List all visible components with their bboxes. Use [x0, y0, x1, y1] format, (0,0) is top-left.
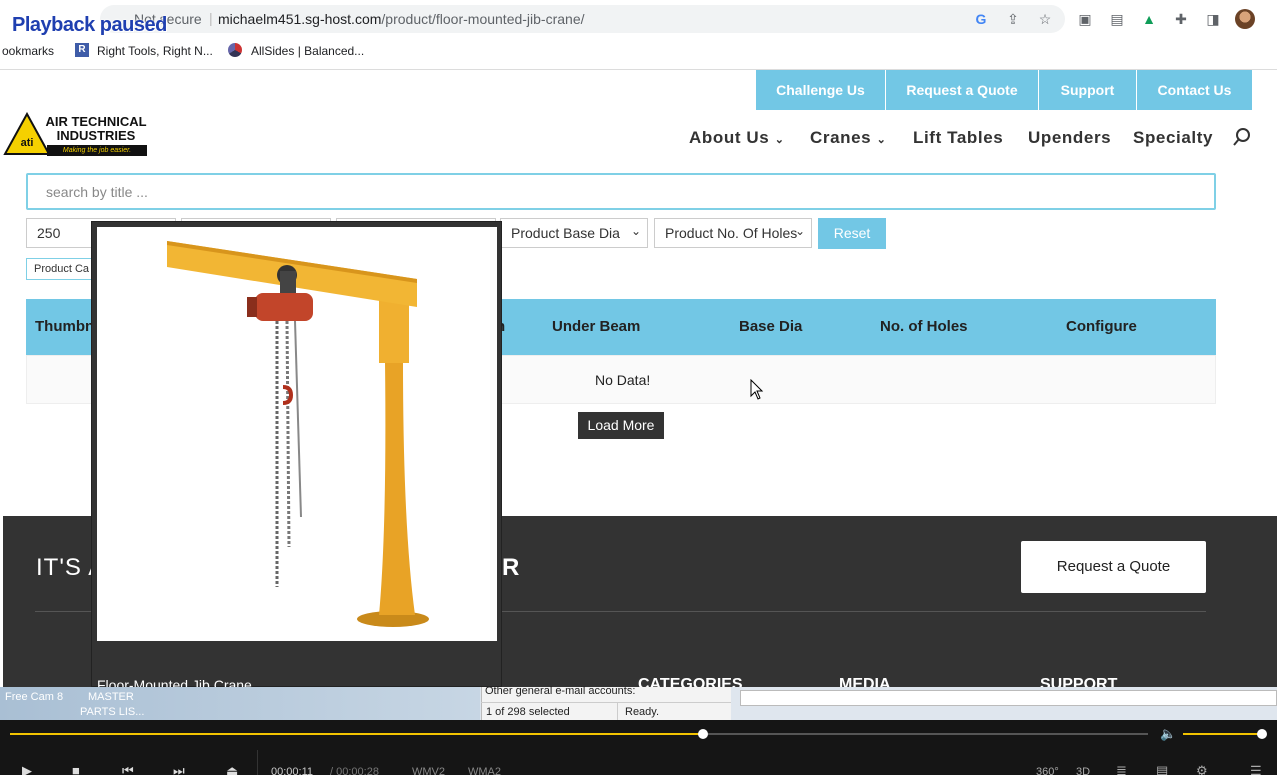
bookmark-favicon: [228, 43, 242, 57]
url-divider: |: [209, 10, 213, 26]
chevron-down-icon: ⌄: [794, 224, 805, 238]
audio-codec: WMA2: [468, 766, 501, 775]
puzzle-icon[interactable]: ✚: [1172, 10, 1190, 28]
nav-about-us[interactable]: About Us ⌄: [689, 128, 785, 148]
google-icon[interactable]: G: [972, 10, 990, 28]
video-codec: WMV2: [412, 766, 445, 775]
drive-icon[interactable]: ▲: [1140, 10, 1158, 28]
next-icon[interactable]: ⏭: [173, 763, 185, 775]
bookmark-allsides[interactable]: AllSides | Balanced...: [251, 44, 364, 58]
logo-triangle-icon: ati: [3, 112, 51, 155]
support-button[interactable]: Support: [1039, 70, 1136, 110]
col-no-of-holes: No. of Holes: [880, 318, 968, 335]
contact-us-button[interactable]: Contact Us: [1137, 70, 1252, 110]
logo-line1: AIR TECHNICAL: [45, 114, 147, 129]
holes-filter[interactable]: Product No. Of Holes ⌄: [654, 218, 812, 248]
nav-specialty[interactable]: Specialty: [1133, 128, 1213, 148]
footer-media: MEDIA: [839, 676, 891, 687]
subtitles-icon[interactable]: ▤: [1156, 763, 1168, 775]
mail-accounts-label: Other general e-mail accounts:: [485, 685, 636, 697]
seek-bar-progress: [10, 733, 703, 735]
gear-icon[interactable]: ⚙: [1196, 763, 1208, 775]
playback-paused-overlay: Playback paused: [12, 14, 167, 36]
star-icon[interactable]: ☆: [1036, 10, 1054, 28]
menu-icon[interactable]: ☰: [1250, 763, 1262, 775]
chevron-down-icon: ⌄: [876, 134, 887, 146]
footer-request-quote-button[interactable]: Request a Quote: [1021, 541, 1206, 593]
volume-knob[interactable]: [1257, 729, 1267, 739]
taskbar-item-master[interactable]: MASTER: [88, 691, 134, 703]
profile-avatar[interactable]: [1235, 9, 1255, 29]
no-data-message: No Data!: [595, 372, 651, 388]
site-logo[interactable]: ati AIR TECHNICAL INDUSTRIES Making the …: [3, 112, 148, 158]
eject-icon[interactable]: ⏏: [226, 763, 238, 775]
total-time: / 00:00:28: [330, 766, 379, 775]
search-input[interactable]: search by title ...: [26, 173, 1216, 210]
360-toggle[interactable]: 360°: [1036, 766, 1059, 775]
request-quote-button[interactable]: Request a Quote: [886, 70, 1038, 110]
svg-text:ati: ati: [21, 137, 34, 149]
col-configure: Configure: [1066, 318, 1137, 335]
divider: [257, 750, 258, 775]
sidepanel-icon[interactable]: ◨: [1204, 10, 1222, 28]
share-icon[interactable]: ⇪: [1004, 10, 1022, 28]
current-time: 00:00:11: [271, 766, 314, 775]
taskbar-item-master-sub: PARTS LIS...: [80, 706, 145, 718]
footer-cta-text-end: R: [502, 554, 521, 581]
mouse-cursor-icon: [750, 379, 764, 400]
jib-crane-image: [97, 227, 497, 641]
chevron-down-icon: ⌄: [774, 134, 785, 146]
nav-cranes[interactable]: Cranes ⌄: [810, 128, 886, 148]
logo-line2: INDUSTRIES: [56, 128, 136, 143]
playlist-icon[interactable]: ≣: [1116, 763, 1127, 775]
extension-icon[interactable]: ▤: [1108, 10, 1126, 28]
footer-support: SUPPORT: [1040, 676, 1118, 687]
jib-crane-icon: [167, 241, 429, 627]
load-more-button[interactable]: Load More: [578, 412, 664, 439]
nav-lift-tables[interactable]: Lift Tables: [913, 128, 1003, 148]
mail-status: Ready.: [625, 706, 660, 718]
mail-selected-count: 1 of 298 selected: [486, 706, 570, 718]
taskbar-item-freecam[interactable]: Free Cam 8: [5, 691, 63, 703]
challenge-us-button[interactable]: Challenge Us: [756, 70, 885, 110]
chevron-down-icon: ⌄: [630, 224, 641, 238]
divider: [617, 703, 618, 720]
col-base-dia: Base Dia: [739, 318, 803, 335]
stop-icon[interactable]: ■: [72, 763, 80, 775]
reset-button[interactable]: Reset: [818, 218, 886, 249]
taskbar-thumbnails: [0, 687, 480, 720]
3d-toggle[interactable]: 3D: [1076, 766, 1090, 775]
url-text[interactable]: michaelm451.sg-host.com/product/floor-mo…: [218, 11, 585, 27]
nav-upenders[interactable]: Upenders: [1028, 128, 1111, 148]
play-icon[interactable]: ▶: [22, 763, 32, 775]
search-icon[interactable]: [1233, 128, 1251, 146]
base-dia-filter[interactable]: Product Base Dia ⌄: [500, 218, 648, 248]
col-thumbnail: Thumbn: [35, 318, 95, 335]
divider: [481, 702, 731, 703]
bookmark-right-tools[interactable]: Right Tools, Right N...: [97, 44, 213, 58]
logo-tagline: Making the job easier.: [47, 145, 147, 156]
mail-window-strip: [740, 690, 1277, 706]
volume-slider[interactable]: [1183, 733, 1263, 735]
previous-icon[interactable]: ⏮: [122, 763, 134, 775]
bookmarks-label[interactable]: ookmarks: [2, 44, 54, 58]
footer-categories: CATEGORIES: [638, 676, 743, 687]
volume-icon[interactable]: 🔈: [1160, 726, 1176, 742]
extension-icon[interactable]: ▣: [1076, 10, 1094, 28]
col-under-beam: Under Beam: [552, 318, 641, 335]
bookmark-favicon: R: [75, 43, 89, 57]
seek-knob[interactable]: [698, 729, 708, 739]
